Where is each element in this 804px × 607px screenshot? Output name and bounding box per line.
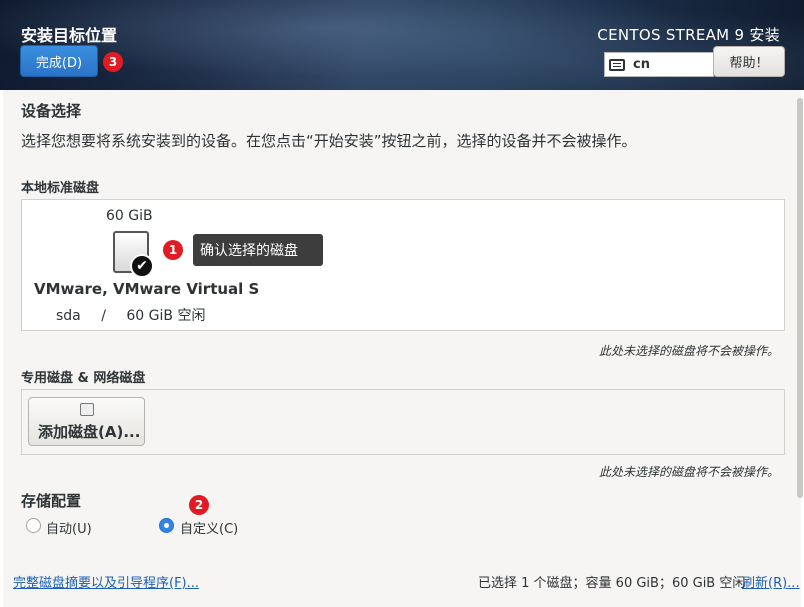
radio-automatic[interactable] bbox=[26, 518, 41, 533]
header-bar: 安装目标位置 完成(D) 3 CENTOS STREAM 9 安装 cn 帮助！ bbox=[0, 0, 804, 90]
radio-automatic-label[interactable]: 自动(U) bbox=[46, 518, 92, 537]
special-disks-note: 此处未选择的磁盘将不会被操作。 bbox=[598, 465, 779, 479]
disk-free: 60 GiB 空闲 bbox=[126, 308, 206, 324]
disk-size: 60 GiB bbox=[106, 208, 153, 224]
keyboard-layout-label: cn bbox=[633, 57, 650, 72]
page-title: 安装目标位置 bbox=[21, 26, 118, 45]
local-disks-heading: 本地标准磁盘 bbox=[21, 181, 100, 196]
refresh-link[interactable]: 刷新(R)... bbox=[742, 572, 800, 591]
disk-device: sda bbox=[56, 308, 81, 324]
device-selection-heading: 设备选择 bbox=[21, 102, 82, 120]
help-button[interactable]: 帮助！ bbox=[713, 46, 785, 77]
done-button[interactable]: 完成(D) bbox=[20, 45, 98, 77]
product-title: CENTOS STREAM 9 安装 bbox=[597, 26, 780, 44]
add-disk-label[interactable]: 添加磁盘(A)... bbox=[38, 421, 140, 442]
disk-info: sda / 60 GiB 空闲 bbox=[56, 305, 221, 325]
disk-name[interactable]: VMware, VMware Virtual S bbox=[34, 280, 259, 298]
selection-status: 已选择 1 个磁盘；容量 60 GiB；60 GiB 空闲 bbox=[478, 576, 746, 591]
vertical-scrollbar[interactable] bbox=[797, 98, 803, 498]
checkmark-icon: ✔ bbox=[130, 254, 154, 278]
radio-custom-label[interactable]: 自定义(C) bbox=[180, 518, 238, 537]
keyboard-icon bbox=[609, 58, 625, 71]
disk-icon bbox=[80, 403, 94, 416]
device-selection-description: 选择您想要将系统安装到的设备。在您点击“开始安装”按钮之前，选择的设备并不会被操… bbox=[21, 132, 637, 150]
disk-tooltip: 确认选择的磁盘 bbox=[193, 234, 323, 266]
radio-custom[interactable] bbox=[159, 518, 174, 533]
local-disks-note: 此处未选择的磁盘将不会被操作。 bbox=[598, 344, 779, 358]
keyboard-layout-indicator[interactable]: cn bbox=[604, 52, 714, 77]
storage-config-heading: 存储配置 bbox=[21, 492, 82, 510]
special-disks-heading: 专用磁盘 & 网络磁盘 bbox=[21, 371, 146, 386]
step-badge-2: 2 bbox=[189, 495, 209, 515]
step-badge-1: 1 bbox=[163, 240, 183, 260]
disk-summary-link[interactable]: 完整磁盘摘要以及引导程序(F)... bbox=[13, 572, 199, 591]
disk-info-separator: / bbox=[101, 308, 106, 324]
step-badge-3: 3 bbox=[103, 52, 123, 72]
